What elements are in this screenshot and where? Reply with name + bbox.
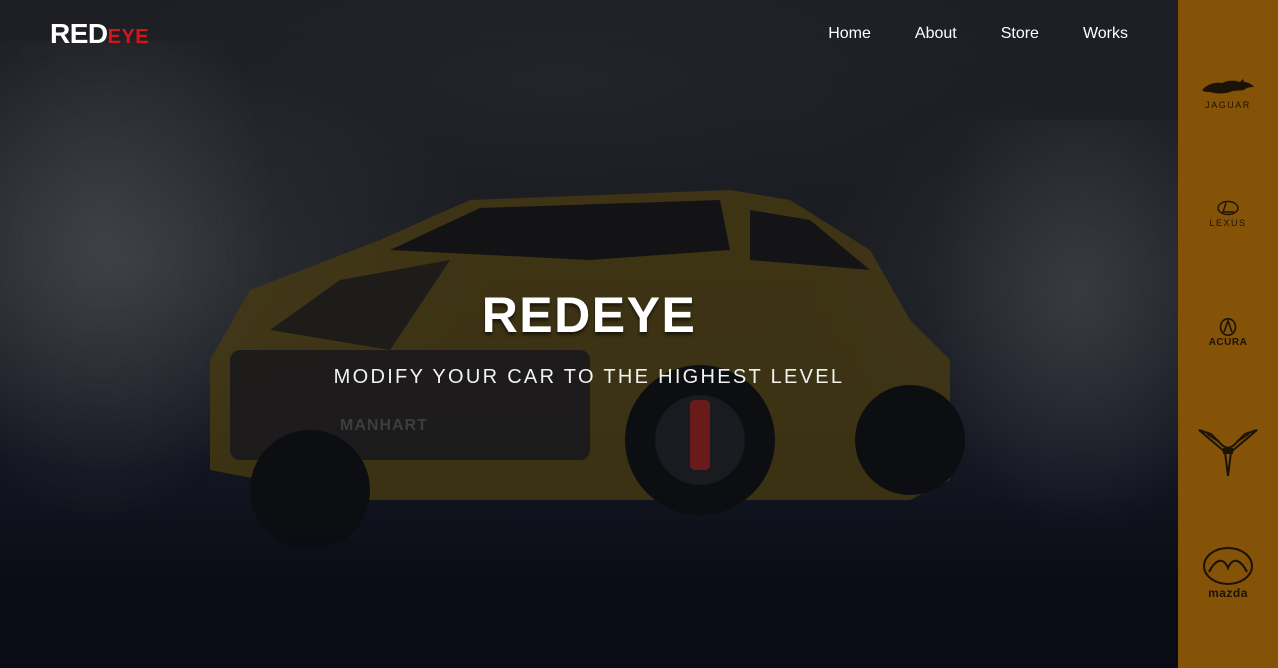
hero-subtitle: MODIFY YOUR CAR TO THE HIGHEST LEVEL [333,366,845,388]
brand-acura-label: ACURA [1208,337,1248,348]
nav-store-link[interactable]: Store [1001,24,1039,44]
acura-logo-icon [1219,318,1237,336]
logo-eye-text: EYE [107,26,150,48]
main-nav: Home About Store Works [784,24,1128,44]
brand-mazda-label: mazda [1208,586,1248,600]
brand-acura[interactable]: ACURA [1178,318,1278,348]
hero-title: REDEYE [481,287,697,343]
page: MANHART REDEYE Home About Store Works RE… [0,0,1278,668]
brand-lexus[interactable]: LEXUS [1178,200,1278,228]
nav-about-link[interactable]: About [915,24,957,44]
ground-shadow [0,498,1178,668]
brand-corvette[interactable] [1178,426,1278,480]
car-plate-text: MANHART [340,417,428,434]
car-image: MANHART [210,190,965,550]
brand-jaguar[interactable]: JAGUAR [1178,78,1278,110]
site-logo[interactable]: REDEYE [50,18,149,50]
lexus-logo-icon [1217,200,1239,216]
logo-red-text: RED [50,18,108,49]
nav-works-link[interactable]: Works [1083,24,1128,44]
mazda-logo-icon [1203,547,1253,585]
brand-jaguar-label: JAGUAR [1205,100,1251,110]
corvette-logo-icon [1198,429,1258,477]
brand-mazda[interactable]: mazda [1178,546,1278,600]
brand-sidebar: JAGUAR LEXUS ACURA mazda [1178,0,1278,668]
nav-home-link[interactable]: Home [828,24,871,44]
brand-lexus-label: LEXUS [1209,218,1247,228]
jaguar-logo-icon [1202,79,1254,94]
